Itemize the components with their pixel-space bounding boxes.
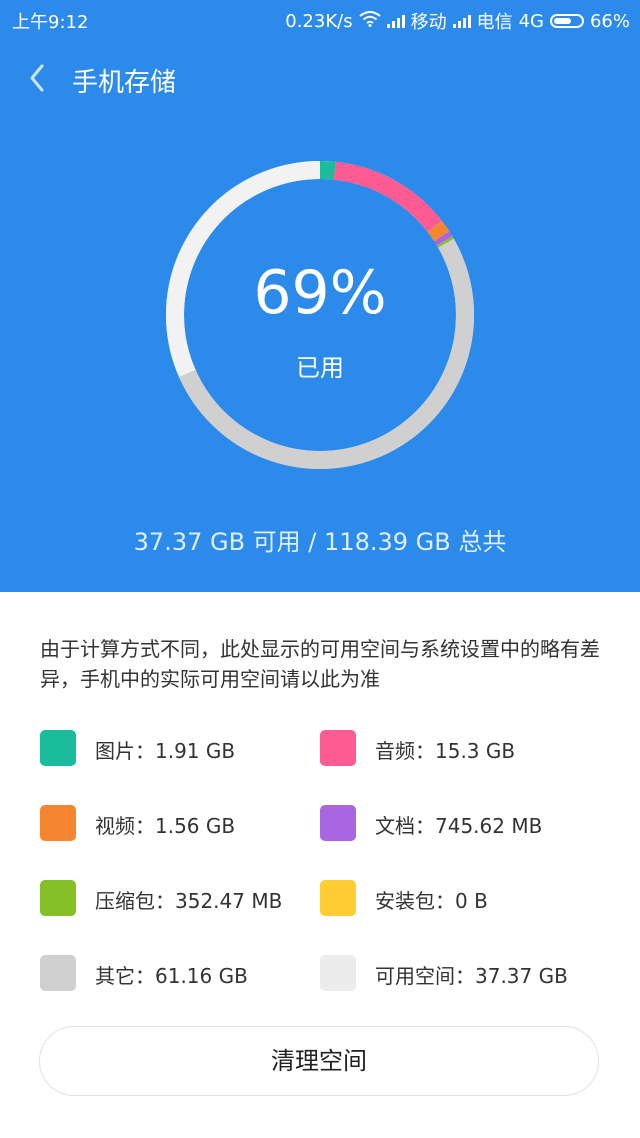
battery-icon xyxy=(549,14,584,28)
legend-label: 视频：1.56 GB xyxy=(95,814,236,838)
legend-label: 安装包：0 B xyxy=(375,889,488,913)
ring-segment-文档 xyxy=(434,231,453,246)
legend-item-other[interactable]: 其它：61.16 GB xyxy=(40,955,320,995)
free-space-swatch xyxy=(320,955,356,991)
ring-segment-图片 xyxy=(319,161,336,180)
legend-label: 图片：1.91 GB xyxy=(95,739,236,763)
archives-swatch xyxy=(40,880,76,916)
legend-item-free-space: 可用空间：37.37 GB xyxy=(320,955,600,995)
legend-label: 压缩包：352.47 MB xyxy=(95,889,283,913)
network-type: 4G xyxy=(518,10,544,32)
clean-space-button[interactable]: 清理空间 xyxy=(39,1026,599,1096)
legend-label: 可用空间：37.37 GB xyxy=(375,964,568,988)
used-label: 已用 xyxy=(296,354,344,382)
capacity-summary: 37.37 GB 可用 / 118.39 GB 总共 xyxy=(133,528,507,556)
carrier-2: 电信 xyxy=(476,12,513,33)
used-percent: 69% xyxy=(253,258,387,328)
documents-swatch xyxy=(320,805,356,841)
storage-header-area: 上午9:12 0.23K/s 移动 电信 4G 66% 手机存储 69% 已用 … xyxy=(0,0,640,592)
apks-swatch xyxy=(320,880,356,916)
legend-label: 其它：61.16 GB xyxy=(95,964,248,988)
audio-swatch xyxy=(320,730,356,766)
legend-item-photos[interactable]: 图片：1.91 GB xyxy=(40,730,320,770)
ring-segment-音频 xyxy=(333,161,442,233)
storage-note: 由于计算方式不同，此处显示的可用空间与系统设置中的略有差异，手机中的实际可用空间… xyxy=(40,637,600,691)
app-bar: 手机存储 xyxy=(0,50,640,106)
chevron-left-icon[interactable] xyxy=(22,56,62,100)
legend-label: 文档：745.62 MB xyxy=(375,814,543,838)
status-bar: 上午9:12 0.23K/s 移动 电信 4G 66% xyxy=(0,0,640,38)
battery-percent: 66% xyxy=(589,10,630,32)
ring-segment-视频 xyxy=(427,220,450,242)
signal-icon xyxy=(452,14,471,28)
other-swatch xyxy=(40,955,76,991)
network-speed: 0.23K/s xyxy=(285,10,353,32)
legend-item-video[interactable]: 视频：1.56 GB xyxy=(40,805,320,845)
signal-icon xyxy=(386,14,405,28)
video-swatch xyxy=(40,805,76,841)
carrier-1: 移动 xyxy=(410,12,447,33)
legend-item-archives[interactable]: 压缩包：352.47 MB xyxy=(40,880,320,920)
legend-item-apks[interactable]: 安装包：0 B xyxy=(320,880,600,920)
legend-item-audio[interactable]: 音频：15.3 GB xyxy=(320,730,600,770)
status-time: 上午9:12 xyxy=(12,12,89,33)
page-title: 手机存储 xyxy=(72,68,177,98)
status-right: 0.23K/s 移动 电信 4G 66% xyxy=(285,8,630,34)
legend-label: 音频：15.3 GB xyxy=(375,739,516,763)
ring-segment-压缩包 xyxy=(436,236,454,248)
wifi-icon xyxy=(358,10,381,32)
photos-swatch xyxy=(40,730,76,766)
legend-item-documents[interactable]: 文档：745.62 MB xyxy=(320,805,600,845)
